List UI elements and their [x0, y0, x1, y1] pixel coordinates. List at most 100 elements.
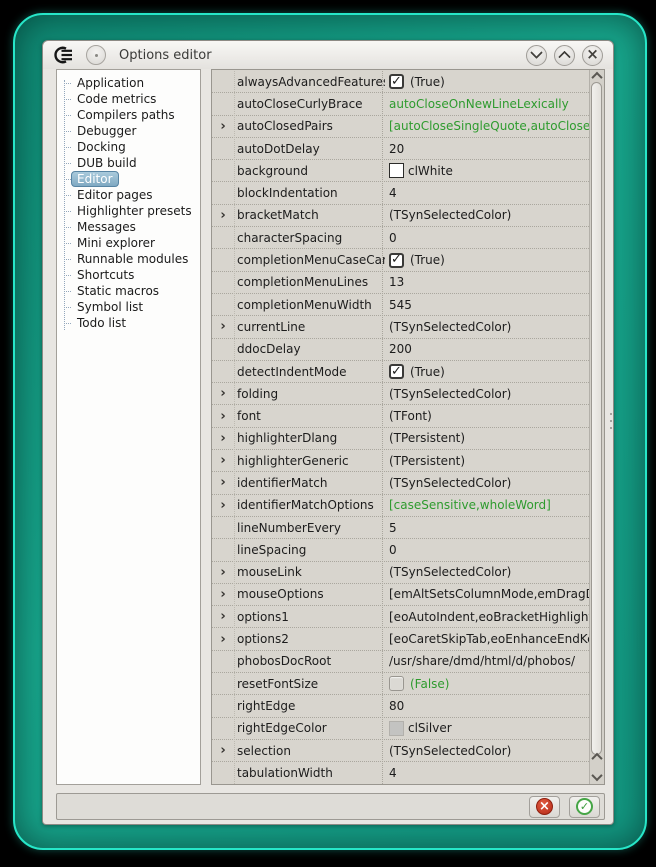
titlebar[interactable]: Options editor ×: [43, 41, 613, 69]
sidebar-item-dub-build[interactable]: DUB build: [57, 155, 200, 171]
expand-chevron-right-icon[interactable]: ›: [220, 387, 225, 400]
property-row-currentLine[interactable]: ›currentLine(TSynSelectedColor): [212, 316, 589, 338]
close-button[interactable]: ×: [582, 45, 603, 66]
property-value-cell[interactable]: 0: [385, 231, 589, 245]
window-menu-button[interactable]: [86, 45, 106, 65]
property-row-rightEdgeColor[interactable]: rightEdgeColorclSilver: [212, 718, 589, 740]
scroll-down-button[interactable]: [590, 771, 604, 782]
property-row-highlighterGeneric[interactable]: ›highlighterGeneric(TPersistent): [212, 450, 589, 472]
scroll-up-button-bottom[interactable]: [590, 751, 604, 762]
cancel-button[interactable]: ×: [529, 796, 560, 818]
property-row-background[interactable]: backgroundclWhite: [212, 160, 589, 182]
checkbox-checked-icon[interactable]: ✓: [389, 74, 404, 89]
property-row-folding[interactable]: ›folding(TSynSelectedColor): [212, 383, 589, 405]
property-value-cell[interactable]: 20: [385, 142, 589, 156]
property-value-cell[interactable]: [eoCaretSkipTab,eoEnhanceEndKe: [385, 632, 589, 646]
resize-grip[interactable]: [610, 413, 614, 429]
property-value-cell[interactable]: 545: [385, 298, 589, 312]
property-value-cell[interactable]: (TSynSelectedColor): [385, 208, 589, 222]
property-value-cell[interactable]: (TSynSelectedColor): [385, 476, 589, 490]
property-row-font[interactable]: ›font(TFont): [212, 405, 589, 427]
scrollbar[interactable]: [589, 70, 604, 784]
property-row-detectIndentMode[interactable]: detectIndentMode✓(True): [212, 361, 589, 383]
property-value-cell[interactable]: 80: [385, 699, 589, 713]
expand-chevron-right-icon[interactable]: ›: [220, 588, 225, 601]
shade-button[interactable]: [526, 45, 547, 66]
expand-chevron-right-icon[interactable]: ›: [220, 432, 225, 445]
sidebar-item-docking[interactable]: Docking: [57, 139, 200, 155]
expand-chevron-right-icon[interactable]: ›: [220, 454, 225, 467]
property-row-completionMenuWidth[interactable]: completionMenuWidth545: [212, 294, 589, 316]
sidebar-item-static-macros[interactable]: Static macros: [57, 283, 200, 299]
property-row-autoClosedPairs[interactable]: ›autoClosedPairs[autoCloseSingleQuote,au…: [212, 116, 589, 138]
sidebar-item-editor[interactable]: Editor: [57, 171, 200, 187]
sidebar-item-mini-explorer[interactable]: Mini explorer: [57, 235, 200, 251]
sidebar-item-highlighter-presets[interactable]: Highlighter presets: [57, 203, 200, 219]
expand-chevron-right-icon[interactable]: ›: [220, 120, 225, 133]
property-value-cell[interactable]: [eoAutoIndent,eoBracketHighlight: [385, 610, 589, 624]
property-value-cell[interactable]: 4: [385, 766, 589, 780]
property-value-cell[interactable]: 0: [385, 543, 589, 557]
scrollbar-thumb[interactable]: [591, 82, 602, 755]
expand-chevron-right-icon[interactable]: ›: [220, 566, 225, 579]
checkbox-checked-icon[interactable]: ✓: [389, 253, 404, 268]
checkbox-checked-icon[interactable]: ✓: [389, 364, 404, 379]
property-value-cell[interactable]: 5: [385, 521, 589, 535]
property-row-completionMenuLines[interactable]: completionMenuLines13: [212, 272, 589, 294]
property-value-cell[interactable]: (TFont): [385, 409, 589, 423]
sidebar-item-shortcuts[interactable]: Shortcuts: [57, 267, 200, 283]
sidebar-item-runnable-modules[interactable]: Runnable modules: [57, 251, 200, 267]
property-value-cell[interactable]: ✓(True): [385, 253, 589, 268]
sidebar-item-code-metrics[interactable]: Code metrics: [57, 91, 200, 107]
property-value-cell[interactable]: [autoCloseSingleQuote,autoCloseD: [385, 119, 589, 133]
property-row-selection[interactable]: ›selection(TSynSelectedColor): [212, 740, 589, 762]
expand-chevron-right-icon[interactable]: ›: [220, 320, 225, 333]
property-row-autoDotDelay[interactable]: autoDotDelay20: [212, 138, 589, 160]
property-row-lineSpacing[interactable]: lineSpacing0: [212, 539, 589, 561]
property-value-cell[interactable]: ✓(True): [385, 364, 589, 379]
property-row-mouseOptions[interactable]: ›mouseOptions[emAltSetsColumnMode,emDrag…: [212, 584, 589, 606]
sidebar-item-messages[interactable]: Messages: [57, 219, 200, 235]
property-value-cell[interactable]: (TSynSelectedColor): [385, 744, 589, 758]
property-value-cell[interactable]: (False): [385, 676, 589, 691]
property-row-blockIndentation[interactable]: blockIndentation4: [212, 182, 589, 204]
property-row-autoCloseCurlyBrace[interactable]: autoCloseCurlyBraceautoCloseOnNewLineLex…: [212, 93, 589, 115]
property-value-cell[interactable]: ✓(True): [385, 74, 589, 89]
property-row-options1[interactable]: ›options1[eoAutoIndent,eoBracketHighligh…: [212, 606, 589, 628]
property-row-ddocDelay[interactable]: ddocDelay200: [212, 339, 589, 361]
property-value-cell[interactable]: (TSynSelectedColor): [385, 565, 589, 579]
property-row-tabulationWidth[interactable]: tabulationWidth4: [212, 762, 589, 784]
property-row-characterSpacing[interactable]: characterSpacing0: [212, 227, 589, 249]
property-row-identifierMatch[interactable]: ›identifierMatch(TSynSelectedColor): [212, 472, 589, 494]
property-row-options2[interactable]: ›options2[eoCaretSkipTab,eoEnhanceEndKe: [212, 628, 589, 650]
property-row-mouseLink[interactable]: ›mouseLink(TSynSelectedColor): [212, 562, 589, 584]
sidebar-item-debugger[interactable]: Debugger: [57, 123, 200, 139]
property-value-cell[interactable]: 13: [385, 275, 589, 289]
property-row-identifierMatchOptions[interactable]: ›identifierMatchOptions[caseSensitive,wh…: [212, 495, 589, 517]
scroll-up-button[interactable]: [590, 70, 604, 81]
maximize-button[interactable]: [554, 45, 575, 66]
property-value-cell[interactable]: [emAltSetsColumnMode,emDragDr: [385, 587, 589, 601]
property-row-lineNumberEvery[interactable]: lineNumberEvery5: [212, 517, 589, 539]
accept-button[interactable]: ✓: [569, 796, 600, 818]
expand-chevron-right-icon[interactable]: ›: [220, 499, 225, 512]
property-value-cell[interactable]: (TPersistent): [385, 454, 589, 468]
property-value-cell[interactable]: [caseSensitive,wholeWord]: [385, 498, 589, 512]
sidebar-item-application[interactable]: Application: [57, 75, 200, 91]
property-value-cell[interactable]: 200: [385, 342, 589, 356]
property-value-cell[interactable]: (TPersistent): [385, 431, 589, 445]
property-row-rightEdge[interactable]: rightEdge80: [212, 695, 589, 717]
expand-chevron-right-icon[interactable]: ›: [220, 633, 225, 646]
property-row-bracketMatch[interactable]: ›bracketMatch(TSynSelectedColor): [212, 205, 589, 227]
property-value-cell[interactable]: (TSynSelectedColor): [385, 320, 589, 334]
property-row-resetFontSize[interactable]: resetFontSize(False): [212, 673, 589, 695]
property-value-cell[interactable]: /usr/share/dmd/html/d/phobos/: [385, 654, 589, 668]
property-row-completionMenuCaseCare[interactable]: completionMenuCaseCare✓(True): [212, 249, 589, 271]
expand-chevron-right-icon[interactable]: ›: [220, 476, 225, 489]
expand-chevron-right-icon[interactable]: ›: [220, 410, 225, 423]
property-row-phobosDocRoot[interactable]: phobosDocRoot/usr/share/dmd/html/d/phobo…: [212, 651, 589, 673]
checkbox-unchecked-icon[interactable]: [389, 676, 404, 691]
expand-chevron-right-icon[interactable]: ›: [220, 744, 225, 757]
expand-chevron-right-icon[interactable]: ›: [220, 209, 225, 222]
property-value-cell[interactable]: autoCloseOnNewLineLexically: [385, 97, 589, 111]
